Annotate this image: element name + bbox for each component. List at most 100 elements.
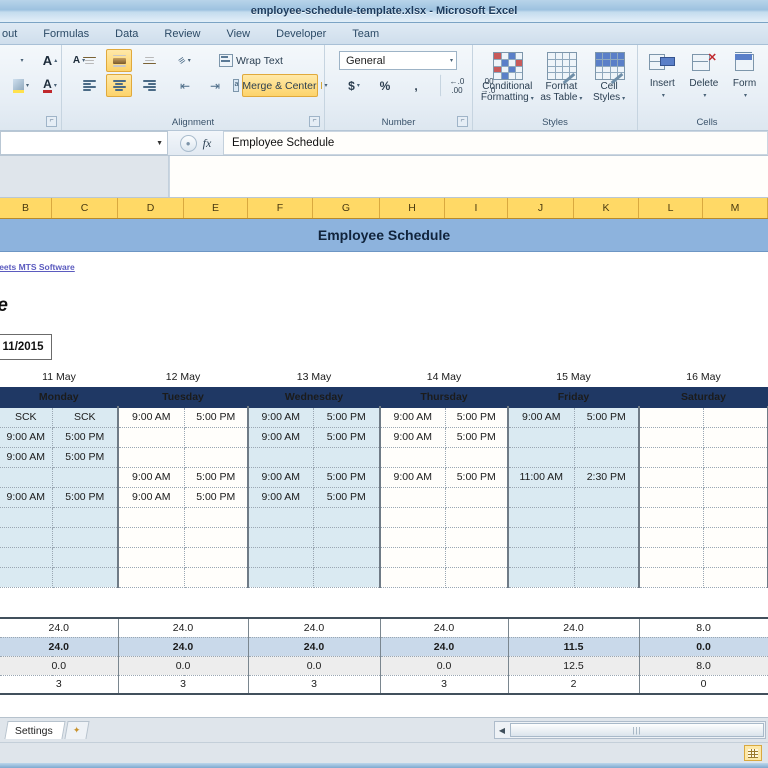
schedule-cell[interactable]: 9:00 AM [0, 447, 53, 468]
schedule-cell[interactable] [117, 527, 185, 548]
schedule-cell[interactable] [184, 547, 249, 568]
schedule-cell[interactable]: 9:00 AM [117, 467, 185, 488]
schedule-cell[interactable] [638, 567, 704, 588]
schedule-cell[interactable] [184, 427, 249, 448]
schedule-cell[interactable] [0, 527, 53, 548]
column-header-C[interactable]: C [52, 198, 118, 218]
schedule-cell[interactable] [117, 447, 185, 468]
schedule-cell[interactable] [445, 527, 509, 548]
schedule-cell[interactable] [379, 547, 446, 568]
schedule-cell[interactable]: 5:00 PM [52, 427, 119, 448]
schedule-cell[interactable] [507, 527, 575, 548]
schedule-cell[interactable] [379, 447, 446, 468]
column-header-I[interactable]: I [445, 198, 508, 218]
schedule-cell[interactable] [0, 567, 53, 588]
orientation-icon[interactable]: ≡ ▾ [172, 49, 198, 72]
schedule-cell[interactable]: 9:00 AM [379, 467, 446, 488]
summary-cell[interactable]: 24.0 [508, 617, 640, 638]
summary-cell[interactable]: 24.0 [248, 637, 381, 657]
summary-cell[interactable]: 8.0 [639, 656, 768, 676]
scroll-thumb[interactable]: ||| [510, 723, 764, 737]
schedule-cell[interactable]: 2:30 PM [574, 467, 640, 488]
schedule-cell[interactable]: 9:00 AM [379, 427, 446, 448]
summary-cell[interactable]: 0 [639, 675, 768, 695]
schedule-cell[interactable]: 9:00 AM [0, 427, 53, 448]
schedule-cell[interactable] [574, 547, 640, 568]
formula-bar-overflow[interactable] [169, 156, 768, 197]
column-header-L[interactable]: L [639, 198, 703, 218]
summary-cell[interactable]: 24.0 [380, 617, 509, 638]
summary-cell[interactable]: 2 [508, 675, 640, 695]
schedule-cell[interactable] [247, 567, 314, 588]
schedule-cell[interactable] [574, 447, 640, 468]
name-box-caret-icon[interactable]: ▼ [156, 140, 163, 147]
format-as-table-button[interactable]: Format as Table ▾ [538, 50, 586, 122]
schedule-cell[interactable] [379, 487, 446, 508]
schedule-cell[interactable] [703, 467, 768, 488]
schedule-cell[interactable]: 9:00 AM [117, 487, 185, 508]
schedule-cell[interactable]: 5:00 PM [445, 467, 509, 488]
schedule-cell[interactable] [52, 507, 119, 528]
schedule-cell[interactable] [703, 567, 768, 588]
summary-cell[interactable]: 24.0 [248, 617, 381, 638]
week-start-date-input[interactable]: 11/2015 [0, 334, 52, 360]
schedule-cell[interactable] [247, 547, 314, 568]
format-cells-button[interactable]: Form ▾ [727, 50, 762, 122]
schedule-cell[interactable] [507, 547, 575, 568]
grow-font-button[interactable]: A ▴ [37, 49, 63, 72]
schedule-cell[interactable]: 5:00 PM [574, 406, 640, 428]
schedule-cell[interactable] [638, 507, 704, 528]
schedule-cell[interactable]: 5:00 PM [184, 406, 249, 428]
schedule-cell[interactable] [445, 507, 509, 528]
cell-styles-button[interactable]: Cell Styles ▾ [587, 50, 631, 122]
schedule-cell[interactable] [507, 507, 575, 528]
schedule-cell[interactable] [0, 507, 53, 528]
summary-cell[interactable]: 24.0 [118, 617, 249, 638]
column-header-B[interactable]: B [0, 198, 52, 218]
column-header-G[interactable]: G [313, 198, 380, 218]
alignment-dialog-launcher-icon[interactable]: ⌐ [309, 116, 320, 127]
schedule-cell[interactable] [574, 427, 640, 448]
increase-decimal-icon[interactable]: ←.0.00 [440, 74, 470, 97]
schedule-cell[interactable] [0, 547, 53, 568]
schedule-cell[interactable] [117, 567, 185, 588]
schedule-cell[interactable] [574, 527, 640, 548]
schedule-cell[interactable] [638, 527, 704, 548]
schedule-cell[interactable]: 5:00 PM [313, 487, 381, 508]
schedule-cell[interactable] [703, 406, 768, 428]
merge-and-center-button[interactable]: a Merge & Center ▾ [233, 74, 328, 97]
schedule-cell[interactable]: 5:00 PM [313, 467, 381, 488]
schedule-cell[interactable]: 5:00 PM [445, 406, 509, 428]
column-header-J[interactable]: J [508, 198, 574, 218]
schedule-cell[interactable] [117, 427, 185, 448]
schedule-cell[interactable]: 5:00 PM [445, 427, 509, 448]
font-color-button[interactable]: A ▾ [37, 74, 63, 97]
wrap-text-button[interactable]: Wrap Text [214, 49, 288, 72]
schedule-cell[interactable]: 5:00 PM [184, 487, 249, 508]
schedule-cell[interactable] [703, 507, 768, 528]
currency-format-icon[interactable]: $ ▾ [341, 74, 367, 97]
comma-format-icon[interactable]: , [403, 74, 429, 97]
name-box[interactable]: ▼ [0, 131, 168, 155]
tab-review[interactable]: Review [151, 26, 213, 44]
schedule-cell[interactable] [247, 507, 314, 528]
schedule-cell[interactable] [379, 527, 446, 548]
align-center-icon[interactable] [106, 74, 132, 97]
tab-page-layout[interactable]: out [0, 26, 30, 44]
schedule-cell[interactable] [247, 447, 314, 468]
schedule-cell[interactable]: 5:00 PM [184, 467, 249, 488]
scroll-left-icon[interactable]: ◀ [495, 726, 509, 735]
schedule-cell[interactable]: 5:00 PM [52, 487, 119, 508]
schedule-cell[interactable] [52, 567, 119, 588]
insert-function-icon[interactable]: fx [203, 136, 212, 151]
schedule-cell[interactable]: SCK [52, 406, 119, 428]
schedule-cell[interactable] [184, 527, 249, 548]
formula-input[interactable]: Employee Schedule [224, 131, 768, 155]
schedule-cell[interactable] [0, 467, 53, 488]
tab-formulas[interactable]: Formulas [30, 26, 102, 44]
schedule-cell[interactable] [313, 547, 381, 568]
schedule-cell[interactable] [703, 487, 768, 508]
percent-format-icon[interactable]: % [372, 74, 398, 97]
summary-cell[interactable]: 0.0 [248, 656, 381, 676]
schedule-cell[interactable]: 11:00 AM [507, 467, 575, 488]
